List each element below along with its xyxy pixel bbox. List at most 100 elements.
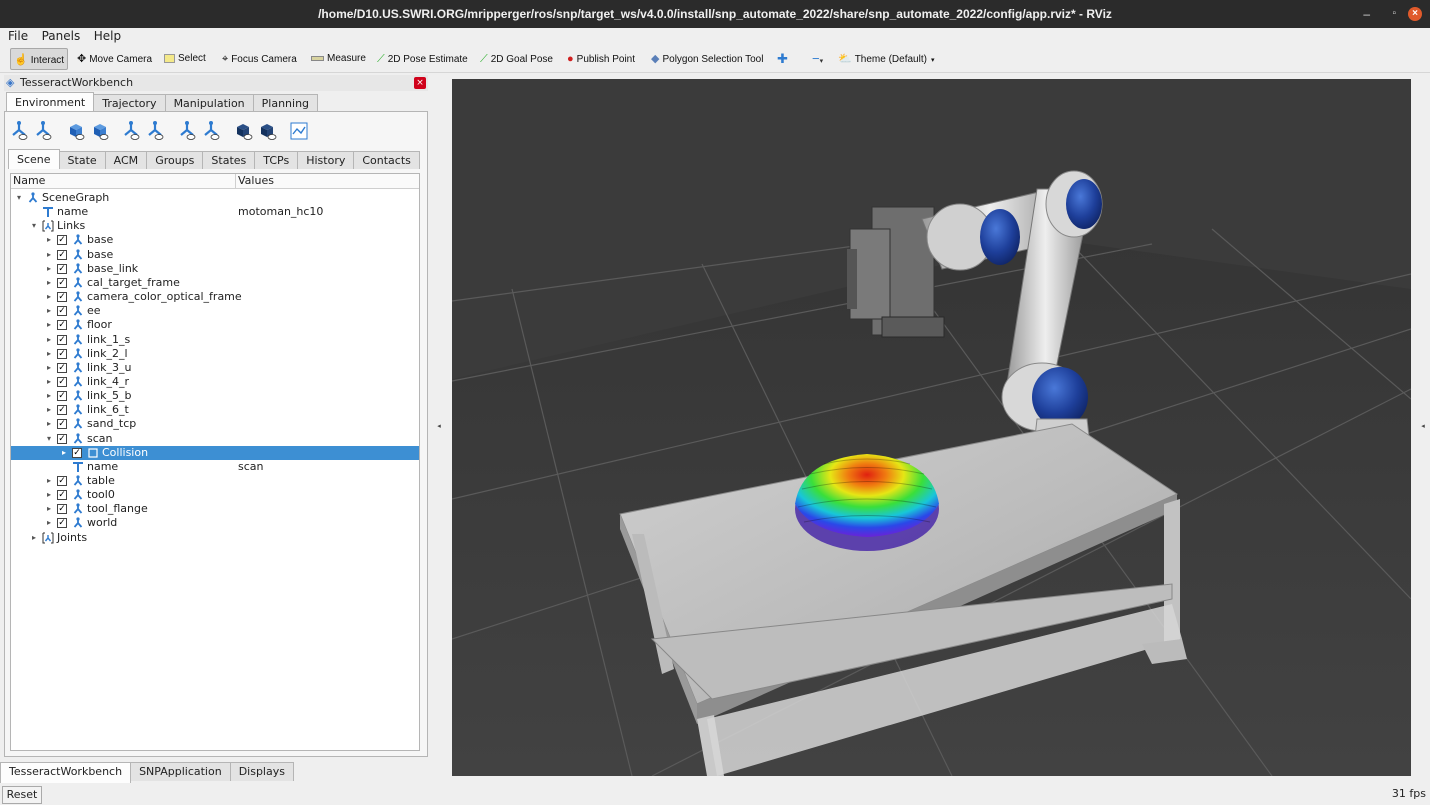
scene-graph-node[interactable]: ▾ SceneGraph [11, 191, 419, 205]
menu-panels[interactable]: Panels [37, 28, 86, 45]
expand-arrow-icon[interactable]: ▸ [45, 474, 53, 488]
scene-graph-name-row[interactable]: name motoman_hc10 [11, 205, 419, 219]
tab-groups[interactable]: Groups [146, 151, 204, 169]
visibility-checkbox[interactable]: ✓ [57, 362, 67, 373]
interact-tool-button[interactable]: ☝ Interact [10, 48, 69, 70]
link-row[interactable]: ▸ ✓ tool_flange [11, 502, 419, 516]
visibility-checkbox[interactable]: ✓ [57, 504, 67, 515]
right-splitter-handle[interactable]: ◂ [1418, 422, 1428, 430]
link-row[interactable]: ▸ ✓ tool0 [11, 488, 419, 502]
link-row[interactable]: ▸ ✓ cal_target_frame [11, 276, 419, 290]
axes-show-icon[interactable] [176, 120, 198, 142]
expand-arrow-icon[interactable]: ▾ [15, 191, 23, 205]
expand-arrow-icon[interactable]: ▸ [45, 375, 53, 389]
tab-contacts[interactable]: Contacts [353, 151, 420, 169]
visibility-checkbox[interactable]: ✓ [57, 235, 67, 246]
tab-tesseract-workbench[interactable]: TesseractWorkbench [0, 762, 132, 783]
polygon-selection-tool-button[interactable]: ◆ Polygon Selection Tool [651, 48, 763, 70]
expand-arrow-icon[interactable]: ▸ [45, 304, 53, 318]
link-row[interactable]: ▸ ✓ link_4_r [11, 375, 419, 389]
expand-arrow-icon[interactable]: ▸ [45, 290, 53, 304]
scan-name-row[interactable]: name scan [11, 460, 419, 474]
column-values[interactable]: Values [238, 174, 274, 188]
close-window-icon[interactable]: × [1408, 7, 1422, 21]
link-row[interactable]: ▸ ✓ link_2_l [11, 347, 419, 361]
link-add-icon[interactable] [8, 120, 30, 142]
visibility-checkbox[interactable]: ✓ [57, 306, 67, 317]
frames-hide-icon[interactable] [144, 120, 166, 142]
visibility-checkbox[interactable]: ✓ [57, 320, 67, 331]
expand-arrow-icon[interactable]: ▸ [30, 531, 38, 545]
collision-row[interactable]: ▸ ✓ Collision [11, 445, 419, 460]
expand-arrow-icon[interactable]: ▸ [45, 262, 53, 276]
collision-hide-icon[interactable] [256, 120, 278, 142]
menu-file[interactable]: File [0, 28, 33, 45]
column-name[interactable]: Name [13, 174, 45, 188]
link-row[interactable]: ▸ ✓ link_1_s [11, 333, 419, 347]
expand-arrow-icon[interactable]: ▸ [45, 361, 53, 375]
tab-snp-application[interactable]: SNPApplication [130, 762, 231, 781]
panel-close-icon[interactable]: × [414, 77, 426, 89]
tab-state[interactable]: State [58, 151, 106, 169]
frames-show-icon[interactable] [120, 120, 142, 142]
expand-arrow-icon[interactable]: ▾ [30, 219, 38, 233]
visibility-checkbox[interactable]: ✓ [57, 405, 67, 416]
visibility-checkbox[interactable]: ✓ [57, 419, 67, 430]
tab-scene[interactable]: Scene [8, 149, 60, 169]
tab-acm[interactable]: ACM [104, 151, 148, 169]
visibility-checkbox[interactable]: ✓ [57, 433, 67, 444]
visibility-checkbox[interactable]: ✓ [57, 249, 67, 260]
box-visible-icon[interactable] [64, 120, 86, 142]
visibility-checkbox[interactable]: ✓ [57, 518, 67, 529]
panel-float-icon[interactable]: ◈ [6, 75, 18, 90]
link-row[interactable]: ▸ ✓ floor [11, 318, 419, 332]
link-remove-icon[interactable] [32, 120, 54, 142]
link-row[interactable]: ▸ ✓ link_6_t [11, 403, 419, 417]
expand-arrow-icon[interactable]: ▸ [60, 446, 68, 460]
minimize-icon[interactable]: – [1363, 0, 1370, 28]
joints-node[interactable]: ▸ Joints [11, 531, 419, 545]
visibility-checkbox[interactable]: ✓ [57, 348, 67, 359]
link-row[interactable]: ▸ ✓ ee [11, 304, 419, 318]
expand-arrow-icon[interactable]: ▸ [45, 516, 53, 530]
visibility-checkbox[interactable]: ✓ [57, 334, 67, 345]
visibility-checkbox[interactable]: ✓ [57, 476, 67, 486]
tab-displays[interactable]: Displays [229, 762, 294, 781]
link-row[interactable]: ▸ ✓ table [11, 474, 419, 488]
tab-manipulation[interactable]: Manipulation [164, 94, 254, 112]
collision-show-icon[interactable] [232, 120, 254, 142]
maximize-icon[interactable]: ▫ [1392, 0, 1396, 28]
goal-pose-button[interactable]: ⟋ 2D Goal Pose [480, 48, 553, 70]
tab-history[interactable]: History [297, 151, 355, 169]
render-viewport[interactable] [452, 79, 1411, 776]
move-camera-button[interactable]: ✥ Move Camera [77, 48, 152, 70]
scene-tree[interactable]: Name Values ▾ SceneGraph name motoman_hc10 ▾… [10, 173, 420, 751]
expand-arrow-icon[interactable]: ▸ [45, 488, 53, 502]
expand-arrow-icon[interactable]: ▸ [45, 403, 53, 417]
tab-states[interactable]: States [202, 151, 256, 169]
visibility-checkbox[interactable]: ✓ [72, 447, 82, 458]
pose-estimate-button[interactable]: ⟋ 2D Pose Estimate [377, 48, 468, 70]
tab-planning[interactable]: Planning [252, 94, 319, 112]
reset-button[interactable]: Reset [2, 786, 42, 804]
links-node[interactable]: ▾ Links [11, 219, 419, 233]
remove-tool-button[interactable]: −▾ [812, 48, 823, 70]
theme-button[interactable]: ⛅ Theme (Default) ▾ [838, 48, 934, 70]
visibility-checkbox[interactable]: ✓ [57, 263, 67, 274]
visibility-checkbox[interactable]: ✓ [57, 490, 67, 501]
expand-arrow-icon[interactable]: ▸ [45, 389, 53, 403]
link-row[interactable]: ▾ ✓ scan [11, 432, 419, 446]
link-row[interactable]: ▸ ✓ base [11, 233, 419, 247]
link-row[interactable]: ▸ ✓ link_5_b [11, 389, 419, 403]
plot-icon[interactable] [288, 120, 310, 142]
expand-arrow-icon[interactable]: ▸ [45, 417, 53, 431]
visibility-checkbox[interactable]: ✓ [57, 292, 67, 303]
visibility-checkbox[interactable]: ✓ [57, 376, 67, 387]
expand-arrow-icon[interactable]: ▸ [45, 233, 53, 247]
expand-arrow-icon[interactable]: ▸ [45, 347, 53, 361]
measure-button[interactable]: Measure [311, 48, 366, 70]
add-tool-button[interactable]: ✚ [777, 48, 788, 70]
link-row[interactable]: ▸ ✓ camera_color_optical_frame [11, 290, 419, 304]
expand-arrow-icon[interactable]: ▾ [45, 432, 53, 446]
select-button[interactable]: Select [164, 48, 206, 70]
